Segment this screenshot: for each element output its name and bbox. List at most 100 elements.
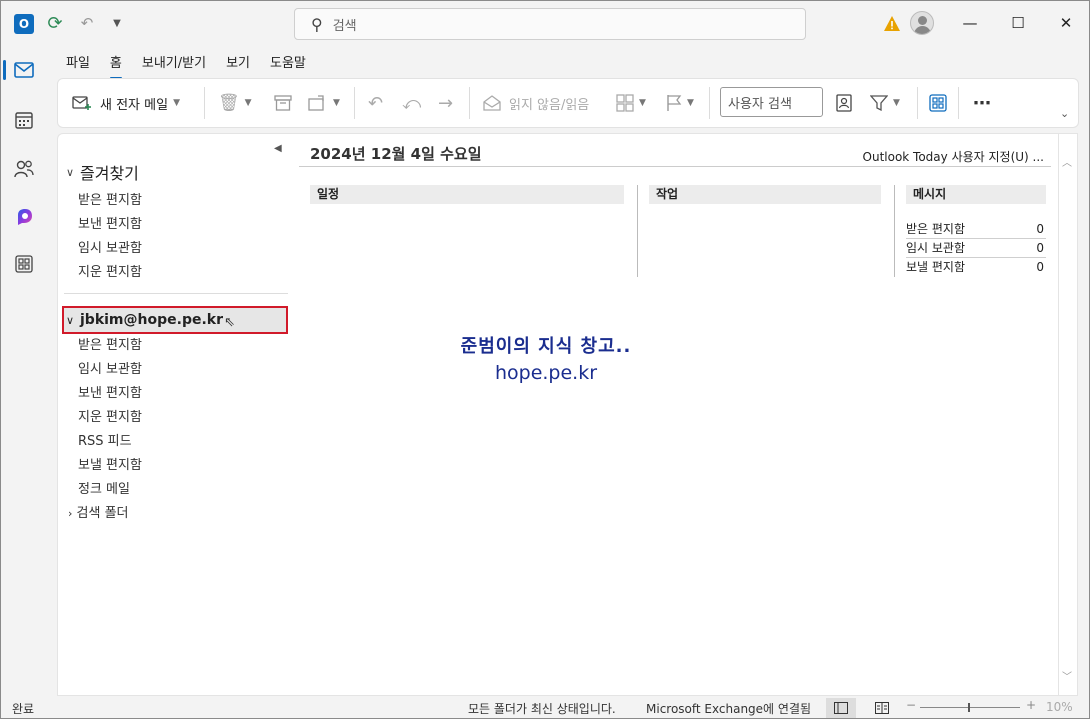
- title-bar: O ⟳ ↶ ▼ ⚲ 검색 — ☐ ✕: [0, 0, 1090, 46]
- delete-icon[interactable]: 🗑 ▼: [218, 91, 252, 115]
- favorite-sent[interactable]: 보낸 편지함: [78, 213, 142, 232]
- tab-file[interactable]: 파일: [66, 52, 90, 74]
- message-row-drafts[interactable]: 임시 보관함 0: [906, 239, 1046, 258]
- zoom-track: [920, 707, 1020, 708]
- reply-all-icon[interactable]: ⤺: [402, 91, 421, 115]
- ribbon-divider: [709, 87, 710, 119]
- categorize-icon[interactable]: ▼: [616, 91, 646, 115]
- tasks-header: 작업: [649, 185, 881, 204]
- folder-rss[interactable]: RSS 피드: [78, 430, 132, 449]
- filter-email-icon[interactable]: ▼: [870, 91, 900, 115]
- folder-deleted[interactable]: 지운 편지함: [78, 406, 142, 425]
- status-sync: 모든 폴더가 최신 상태입니다.: [468, 702, 616, 716]
- search-placeholder: 검색: [332, 18, 357, 34]
- tab-view[interactable]: 보기: [226, 52, 250, 74]
- quick-access-menu-icon[interactable]: ▼: [108, 14, 126, 32]
- message-row-inbox[interactable]: 받은 편지함 0: [906, 220, 1046, 239]
- chevron-down-icon: ▼: [687, 98, 694, 108]
- search-folders-label: 검색 폴더: [76, 506, 129, 521]
- people-icon[interactable]: [10, 155, 38, 183]
- mail-icon[interactable]: [10, 56, 38, 84]
- customize-outlook-today-link[interactable]: Outlook Today 사용자 지정(U) ...: [863, 148, 1044, 165]
- more-options-icon[interactable]: ⋯: [973, 91, 991, 115]
- copilot-icon[interactable]: [10, 203, 38, 231]
- reading-view-icon[interactable]: [872, 698, 892, 718]
- mouse-cursor-icon: ⇖: [224, 315, 235, 330]
- folder-outbox[interactable]: 보낼 편지함: [78, 454, 142, 473]
- calendar-icon[interactable]: [10, 106, 38, 134]
- ribbon-divider: [469, 87, 470, 119]
- tab-home[interactable]: 홈: [109, 52, 122, 79]
- envelope-open-icon: [483, 95, 501, 111]
- maximize-button[interactable]: ☐: [1003, 10, 1033, 36]
- favorite-deleted[interactable]: 지운 편지함: [78, 261, 142, 280]
- chevron-down-icon: ▼: [893, 98, 900, 108]
- chevron-down-icon: ∨: [66, 313, 75, 327]
- forward-icon[interactable]: →: [438, 91, 453, 115]
- apps-grid-icon[interactable]: [929, 91, 947, 115]
- apps-icon[interactable]: [10, 250, 38, 278]
- status-ready: 완료: [12, 702, 35, 716]
- divider: [299, 166, 1051, 167]
- zoom-level[interactable]: 10%: [1046, 700, 1073, 714]
- ribbon-divider: [917, 87, 918, 119]
- favorite-inbox[interactable]: 받은 편지함: [78, 189, 142, 208]
- zoom-in-icon[interactable]: +: [1026, 698, 1036, 712]
- people-search-input[interactable]: 사용자 검색: [720, 87, 823, 117]
- normal-view-icon[interactable]: [826, 698, 856, 718]
- tab-help[interactable]: 도움말: [270, 52, 306, 74]
- ribbon-divider: [958, 87, 959, 119]
- tab-send-receive[interactable]: 보내기/받기: [142, 52, 206, 74]
- collapse-pane-icon[interactable]: ◀: [274, 143, 282, 154]
- new-mail-icon: [72, 96, 91, 110]
- folder-junk[interactable]: 정크 메일: [78, 478, 130, 497]
- chevron-down-icon: ▼: [639, 98, 646, 108]
- move-icon[interactable]: ▼: [308, 91, 340, 115]
- zoom-thumb[interactable]: [968, 703, 970, 712]
- folder-drafts[interactable]: 임시 보관함: [78, 358, 142, 377]
- address-book-icon[interactable]: [836, 91, 852, 115]
- new-mail-button[interactable]: 새 전자 메일 ▼: [72, 91, 180, 115]
- active-indicator: [3, 60, 6, 80]
- message-row-outbox[interactable]: 보낼 편지함 0: [906, 258, 1046, 277]
- outlook-today-pane: 2024년 12월 4일 수요일 Outlook Today 사용자 지정(U)…: [291, 133, 1059, 696]
- zoom-out-icon[interactable]: −: [906, 698, 916, 712]
- divider: [64, 293, 288, 294]
- reply-icon[interactable]: ↶: [368, 91, 383, 115]
- zoom-slider[interactable]: − +: [906, 698, 1036, 717]
- archive-icon[interactable]: [274, 91, 292, 115]
- app-rail: [0, 46, 48, 696]
- search-input[interactable]: ⚲ 검색: [294, 8, 806, 40]
- chevron-down-icon: ▼: [244, 98, 252, 108]
- send-receive-icon[interactable]: ⟳: [46, 13, 64, 34]
- flag-icon[interactable]: ▼: [666, 91, 694, 115]
- message-label: 받은 편지함: [906, 222, 966, 236]
- message-label: 임시 보관함: [906, 241, 966, 255]
- folder-search-folders[interactable]: › 검색 폴더: [68, 502, 129, 521]
- watermark: 준범이의 지식 창고.. hope.pe.kr: [421, 332, 671, 384]
- column-divider: [894, 185, 895, 277]
- account-header[interactable]: ∨ jbkim@hope.pe.kr: [62, 306, 288, 334]
- search-icon: ⚲: [311, 14, 323, 34]
- scroll-up-icon[interactable]: ︿: [1062, 154, 1072, 169]
- scroll-down-icon[interactable]: ﹀: [1062, 668, 1072, 683]
- warning-icon[interactable]: [883, 15, 901, 33]
- read-unread-button[interactable]: 읽지 않음/읽음: [483, 91, 589, 115]
- favorites-header[interactable]: ∨ 즐겨찾기: [66, 160, 139, 184]
- calendar-header: 일정: [310, 185, 624, 204]
- minimize-button[interactable]: —: [955, 10, 985, 36]
- status-connection[interactable]: Microsoft Exchange에 연결됨: [646, 700, 811, 717]
- vertical-scrollbar[interactable]: ︿ ﹀: [1059, 133, 1078, 696]
- chevron-right-icon: ›: [68, 507, 73, 520]
- folder-inbox[interactable]: 받은 편지함: [78, 334, 142, 353]
- favorite-drafts[interactable]: 임시 보관함: [78, 237, 142, 256]
- chevron-down-icon: ▼: [333, 98, 340, 108]
- folder-sent[interactable]: 보낸 편지함: [78, 382, 142, 401]
- close-button[interactable]: ✕: [1051, 10, 1081, 36]
- menu-bar: 파일 홈 보내기/받기 보기 도움말: [48, 52, 308, 79]
- ribbon: 새 전자 메일 ▼ 🗑 ▼ ▼ ↶ ⤺ → 읽지 않음/읽음 ▼ ▼ 사용자 검색…: [57, 78, 1079, 128]
- undo-icon[interactable]: ↶: [78, 14, 96, 32]
- account-avatar[interactable]: [910, 11, 934, 35]
- outlook-app-icon: O: [14, 14, 34, 34]
- expand-ribbon-icon[interactable]: ⌄: [1060, 101, 1069, 125]
